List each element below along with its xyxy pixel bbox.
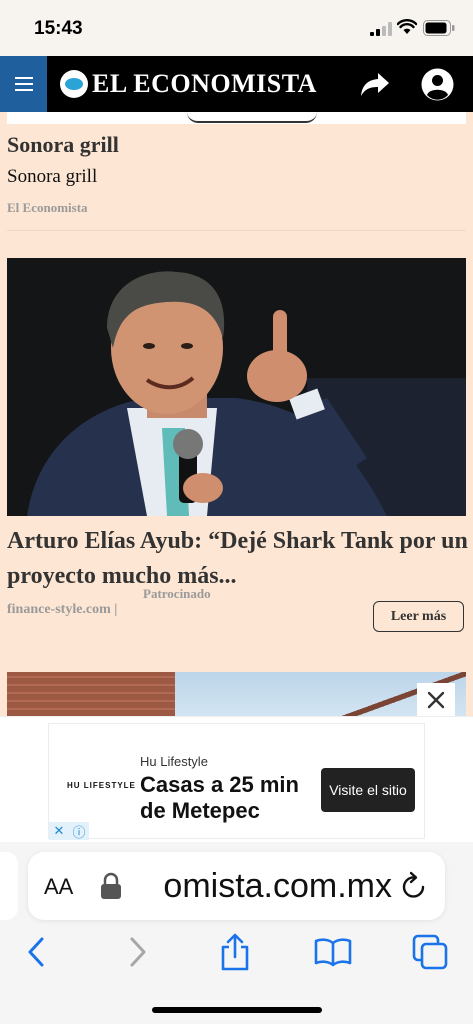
navigation-toolbar bbox=[0, 932, 473, 972]
ad-visit-site-button[interactable]: Visite el sitio bbox=[321, 768, 415, 812]
logo-text: EL ECONOMISTA bbox=[92, 69, 317, 98]
status-time: 15:43 bbox=[34, 18, 83, 39]
browser-toolbar: AA omista.com.mx bbox=[0, 842, 473, 1024]
logo-globe-icon bbox=[60, 70, 88, 98]
read-more-button[interactable]: Leer más bbox=[373, 601, 464, 632]
site-logo[interactable]: EL ECONOMISTA bbox=[60, 66, 317, 102]
divider bbox=[7, 230, 466, 231]
ad-logo: HU LIFESTYLE bbox=[67, 781, 136, 790]
brick-wall-illustration bbox=[7, 672, 175, 716]
share-icon bbox=[221, 933, 249, 971]
sponsored-card-title[interactable]: Arturo Elías Ayub: “Dejé Shark Tank por … bbox=[7, 524, 469, 594]
back-button[interactable] bbox=[16, 932, 56, 972]
home-indicator[interactable] bbox=[152, 1007, 322, 1013]
url-field[interactable]: omista.com.mx bbox=[132, 867, 392, 906]
speaker-photo-illustration bbox=[7, 258, 466, 516]
ad-close-button[interactable] bbox=[417, 683, 455, 716]
site-header: EL ECONOMISTA bbox=[0, 56, 473, 112]
wifi-icon bbox=[397, 19, 417, 34]
ad-banner: HU LIFESTYLE Hu Lifestyle Casas a 25 min… bbox=[0, 716, 473, 842]
sponsored-label: Patrocinado bbox=[143, 586, 211, 601]
ad-headline[interactable]: Casas a 25 min de Metepec bbox=[140, 772, 320, 824]
bookmarks-button[interactable] bbox=[313, 932, 353, 972]
battery-icon bbox=[423, 20, 455, 36]
text-size-button[interactable]: AA bbox=[44, 874, 73, 900]
user-account-icon[interactable] bbox=[421, 68, 454, 101]
address-bar[interactable]: AA omista.com.mx bbox=[28, 852, 445, 920]
share-page-button[interactable] bbox=[215, 932, 255, 972]
forward-button[interactable] bbox=[118, 932, 158, 972]
chevron-left-icon bbox=[28, 937, 44, 967]
hamburger-icon bbox=[14, 75, 33, 93]
ad-info-icon[interactable]: ⓘ bbox=[69, 822, 89, 840]
ad-choices[interactable]: ✕ ⓘ bbox=[49, 822, 89, 840]
cellular-signal-icon bbox=[370, 22, 392, 36]
previous-card-image[interactable] bbox=[7, 112, 466, 124]
card-subtitle[interactable]: Sonora grill bbox=[7, 166, 97, 188]
ad-close-small-icon[interactable]: ✕ bbox=[49, 822, 69, 840]
status-bar: 15:43 bbox=[0, 0, 473, 56]
reload-icon[interactable] bbox=[400, 871, 428, 901]
close-icon bbox=[427, 691, 445, 708]
ad-creative[interactable]: HU LIFESTYLE Hu Lifestyle Casas a 25 min… bbox=[48, 723, 425, 840]
next-article-image[interactable] bbox=[7, 672, 466, 716]
chevron-right-icon bbox=[130, 937, 146, 967]
card-title[interactable]: Sonora grill bbox=[7, 132, 119, 158]
lock-icon bbox=[101, 872, 121, 899]
book-icon bbox=[314, 938, 352, 967]
menu-button[interactable] bbox=[0, 56, 47, 112]
sponsored-article-image[interactable] bbox=[7, 258, 466, 516]
sponsored-source[interactable]: finance-style.com | bbox=[7, 602, 117, 618]
previous-tab-pill[interactable] bbox=[0, 852, 18, 920]
ad-brand: Hu Lifestyle bbox=[140, 754, 208, 769]
card-source: El Economista bbox=[7, 200, 88, 215]
tabs-button[interactable] bbox=[410, 932, 450, 972]
share-icon[interactable] bbox=[360, 71, 390, 97]
article-feed: Sonora grill Sonora grill El Economista bbox=[0, 112, 473, 716]
tabs-icon bbox=[412, 934, 448, 970]
